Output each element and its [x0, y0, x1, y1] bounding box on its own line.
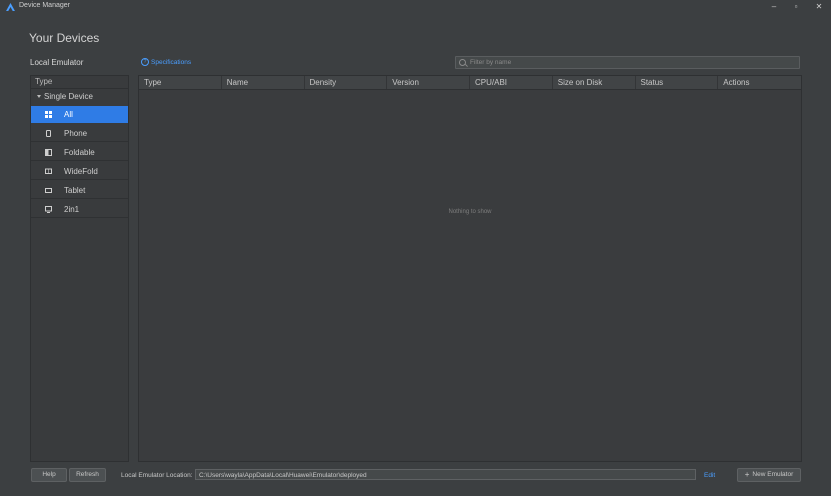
- table-header: Type Name Density Version CPU/ABI Size o…: [139, 76, 801, 90]
- sidebar-item-label: WideFold: [64, 166, 98, 176]
- column-header-actions: Actions: [723, 78, 750, 87]
- app-logo-icon: [6, 3, 15, 11]
- maximize-button[interactable]: ▫: [785, 0, 807, 14]
- sidebar-item-2in1[interactable]: 2in1: [31, 201, 128, 218]
- sidebar-header: Type: [31, 76, 128, 89]
- filter-search[interactable]: [455, 56, 800, 69]
- column-header-type[interactable]: Type: [139, 76, 222, 89]
- column-header-name[interactable]: Name: [222, 76, 305, 89]
- chevron-down-icon: [37, 95, 41, 98]
- device-type-sidebar: Type Single Device All Phone Foldable Wi…: [30, 75, 129, 462]
- sidebar-item-label: Foldable: [64, 147, 95, 157]
- column-header-cpu-abi[interactable]: CPU/ABI: [470, 76, 553, 89]
- location-label: Local Emulator Location:: [121, 472, 193, 479]
- sidebar-item-label: Tablet: [64, 185, 86, 195]
- new-emulator-button[interactable]: + New Emulator: [737, 468, 801, 482]
- sidebar-item-phone[interactable]: Phone: [31, 125, 128, 142]
- help-button[interactable]: Help: [31, 468, 67, 482]
- group-label: Single Device: [44, 92, 93, 101]
- widefold-icon: [45, 168, 52, 175]
- specifications-link[interactable]: ? Specifications: [141, 58, 191, 66]
- location-field[interactable]: C:\Users\wayla\AppData\Local\Huawei\Emul…: [195, 469, 696, 480]
- monitor-icon: [45, 205, 52, 213]
- refresh-button[interactable]: Refresh: [69, 468, 106, 482]
- column-header-size-on-disk[interactable]: Size on Disk: [553, 76, 636, 89]
- page-title: Your Devices: [29, 31, 100, 45]
- tablet-icon: [45, 187, 52, 194]
- sidebar-item-label: Phone: [64, 128, 88, 138]
- foldable-icon: [45, 148, 52, 156]
- sidebar-item-label: All: [64, 109, 73, 119]
- close-button[interactable]: ✕: [808, 0, 830, 14]
- window-title: Device Manager: [19, 2, 70, 9]
- sidebar-item-widefold[interactable]: WideFold: [31, 163, 128, 180]
- column-header-density[interactable]: Density: [305, 76, 388, 89]
- title-bar: Device Manager – ▫ ✕: [0, 0, 831, 14]
- help-circle-icon: ?: [141, 58, 149, 66]
- local-emulator-tab[interactable]: Local Emulator: [30, 58, 83, 67]
- sidebar-item-label: 2in1: [64, 204, 80, 214]
- column-header-status[interactable]: Status: [636, 76, 719, 89]
- specifications-label: Specifications: [151, 58, 192, 66]
- phone-icon: [45, 129, 52, 137]
- single-device-group[interactable]: Single Device: [31, 89, 128, 104]
- sidebar-item-all[interactable]: All: [31, 106, 128, 123]
- device-table: Type Name Density Version CPU/ABI Size o…: [138, 75, 802, 462]
- search-input[interactable]: [470, 57, 790, 68]
- grid-icon: [45, 110, 52, 118]
- plus-icon: +: [744, 470, 750, 479]
- sidebar-item-foldable[interactable]: Foldable: [31, 144, 128, 161]
- search-icon: [459, 59, 466, 66]
- new-emulator-label: New Emulator: [752, 471, 794, 478]
- edit-link[interactable]: Edit: [704, 472, 715, 479]
- empty-state-text: Nothing to show: [448, 209, 492, 215]
- sidebar-item-tablet[interactable]: Tablet: [31, 182, 128, 199]
- minimize-button[interactable]: –: [763, 0, 785, 14]
- column-header-version[interactable]: Version: [387, 76, 470, 89]
